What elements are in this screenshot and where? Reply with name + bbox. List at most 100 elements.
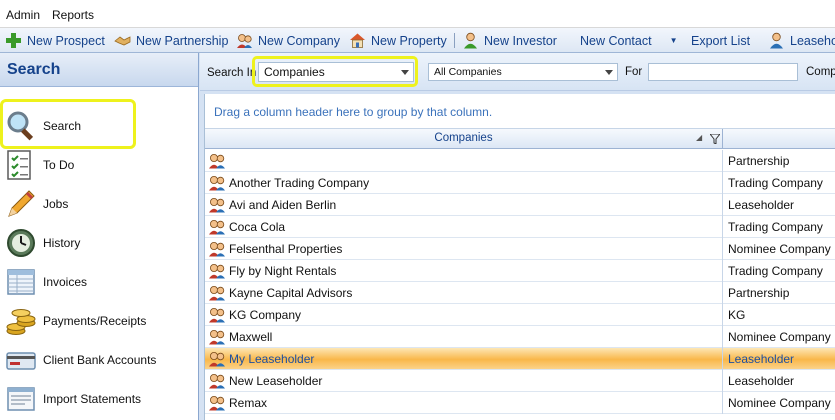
sidebar-item-payments[interactable]: Payments/Receipts (0, 301, 198, 340)
company-type-cell[interactable]: Trading Company (728, 172, 823, 194)
new-partnership-label: New Partnership (136, 33, 229, 48)
bank-card-icon (5, 344, 37, 376)
search-for-input[interactable] (648, 63, 798, 81)
company-icon (208, 262, 226, 279)
table-row[interactable]: Coca Cola Trading Company (205, 216, 835, 238)
house-icon (349, 32, 366, 49)
company-name-cell[interactable]: Fly by Night Rentals (205, 260, 723, 282)
company-name-cell[interactable]: Kayne Capital Advisors (205, 282, 723, 304)
chevron-down-icon (605, 70, 613, 75)
table-row[interactable]: Fly by Night Rentals Trading Company (205, 260, 835, 282)
table-row[interactable]: Partnership (205, 150, 835, 172)
company-icon (208, 152, 226, 169)
table-row[interactable]: KG Company KG (205, 304, 835, 326)
company-icon (208, 394, 226, 411)
sidebar-item-label: Client Bank Accounts (43, 352, 157, 367)
company-name: Felsenthal Properties (229, 242, 343, 256)
new-prospect-label: New Prospect (27, 33, 105, 48)
sidebar-item-label: History (43, 235, 81, 250)
new-investor-button[interactable]: New Investor (462, 28, 557, 53)
leaseholder-button[interactable]: Leaseho (768, 28, 835, 53)
table-row[interactable]: Felsenthal Properties Nominee Company (205, 238, 835, 260)
company-name-cell[interactable]: KG Company (205, 304, 723, 326)
company-icon (208, 372, 226, 389)
company-name-cell[interactable]: Felsenthal Properties (205, 238, 723, 260)
company-name-cell[interactable]: Another Trading Company (205, 172, 723, 194)
company-name-cell[interactable]: Coca Cola (205, 216, 723, 238)
pencil-icon (5, 188, 37, 220)
table-row[interactable]: My Leaseholder Leaseholder (205, 348, 835, 370)
checklist-icon (5, 149, 37, 181)
company-type-cell[interactable]: Trading Company (728, 216, 823, 238)
company-name: My Leaseholder (229, 352, 315, 366)
company-name-cell[interactable]: Remax (205, 392, 723, 414)
company-name-cell[interactable] (205, 150, 723, 172)
company-type-cell[interactable]: Partnership (728, 150, 789, 172)
new-investor-label: New Investor (484, 33, 557, 48)
table-row[interactable]: Maxwell Nominee Company (205, 326, 835, 348)
menu-reports[interactable]: Reports (52, 8, 94, 22)
sidebar-item-todo[interactable]: To Do (0, 145, 198, 184)
toolbar-separator (454, 33, 455, 48)
new-company-button[interactable]: New Company (236, 28, 340, 53)
sidebar-item-label: Invoices (43, 274, 88, 289)
plus-icon (5, 32, 22, 49)
comp-label: Comp (806, 66, 835, 78)
company-name-cell[interactable]: Avi and Aiden Berlin (205, 194, 723, 216)
filter-icon[interactable] (708, 133, 722, 145)
table-row[interactable]: Remax Nominee Company (205, 392, 835, 414)
company-name: Avi and Aiden Berlin (229, 198, 337, 212)
new-contact-button[interactable]: New Contact ▼ (580, 28, 677, 53)
company-type-cell[interactable]: Nominee Company (728, 326, 831, 348)
sidebar-item-client-bank-accounts[interactable]: Client Bank Accounts (0, 340, 198, 379)
new-partnership-button[interactable]: New Partnership (114, 28, 228, 53)
company-icon (208, 218, 226, 235)
table-row[interactable]: New Leaseholder Leaseholder (205, 370, 835, 392)
company-name-cell[interactable]: Maxwell (205, 326, 723, 348)
company-type-cell[interactable]: Partnership (728, 282, 789, 304)
new-prospect-button[interactable]: New Prospect (5, 28, 105, 53)
company-name: Coca Cola (229, 220, 286, 234)
company-name: KG Company (229, 308, 302, 322)
company-type-cell[interactable]: Leaseholder (728, 194, 794, 216)
export-list-button[interactable]: Export List (691, 28, 750, 53)
new-property-button[interactable]: New Property (349, 28, 447, 53)
column-header-label: Companies (434, 132, 493, 144)
menu-admin[interactable]: Admin (6, 8, 40, 22)
sidebar-item-jobs[interactable]: Jobs (0, 184, 198, 223)
company-type-cell[interactable]: Nominee Company (728, 392, 831, 414)
company-type-cell[interactable]: KG (728, 304, 745, 326)
company-type-cell[interactable]: Trading Company (728, 260, 823, 282)
company-type-cell[interactable]: Leaseholder (728, 348, 794, 370)
chevron-down-icon[interactable]: ▼ (670, 36, 678, 45)
new-contact-label: New Contact (580, 33, 652, 48)
sidebar: Search Search To Do Jobs History Invoice… (0, 53, 199, 420)
table-row[interactable]: Another Trading Company Trading Company (205, 172, 835, 194)
sidebar-item-import-statements[interactable]: Import Statements (0, 379, 198, 418)
column-header-companies[interactable]: Companies ◢ (205, 129, 723, 149)
grid-header: Companies ◢ (205, 129, 835, 149)
scope-combo[interactable]: All Companies (428, 63, 618, 81)
sidebar-title: Search (0, 53, 198, 87)
company-name-cell[interactable]: New Leaseholder (205, 370, 723, 392)
sidebar-item-label: Payments/Receipts (43, 313, 147, 328)
sidebar-item-history[interactable]: History (0, 223, 198, 262)
company-type-cell[interactable]: Nominee Company (728, 238, 831, 260)
sidebar-item-label: To Do (43, 157, 75, 172)
company-icon (208, 350, 226, 367)
company-type-cell[interactable]: Leaseholder (728, 370, 794, 392)
table-row[interactable]: Avi and Aiden Berlin Leaseholder (205, 194, 835, 216)
leaseholder-label: Leaseho (790, 33, 835, 48)
sidebar-item-label: Jobs (43, 196, 69, 211)
coins-icon (5, 305, 37, 337)
handshake-icon (114, 32, 131, 49)
company-name: Remax (229, 396, 268, 410)
company-icon (208, 174, 226, 191)
company-name-cell[interactable]: My Leaseholder (205, 348, 723, 370)
sidebar-item-invoices[interactable]: Invoices (0, 262, 198, 301)
new-property-label: New Property (371, 33, 447, 48)
table-row[interactable]: Kayne Capital Advisors Partnership (205, 282, 835, 304)
ledger-icon (5, 266, 37, 298)
export-list-label: Export List (691, 33, 751, 48)
group-panel[interactable]: Drag a column header here to group by th… (205, 94, 835, 129)
